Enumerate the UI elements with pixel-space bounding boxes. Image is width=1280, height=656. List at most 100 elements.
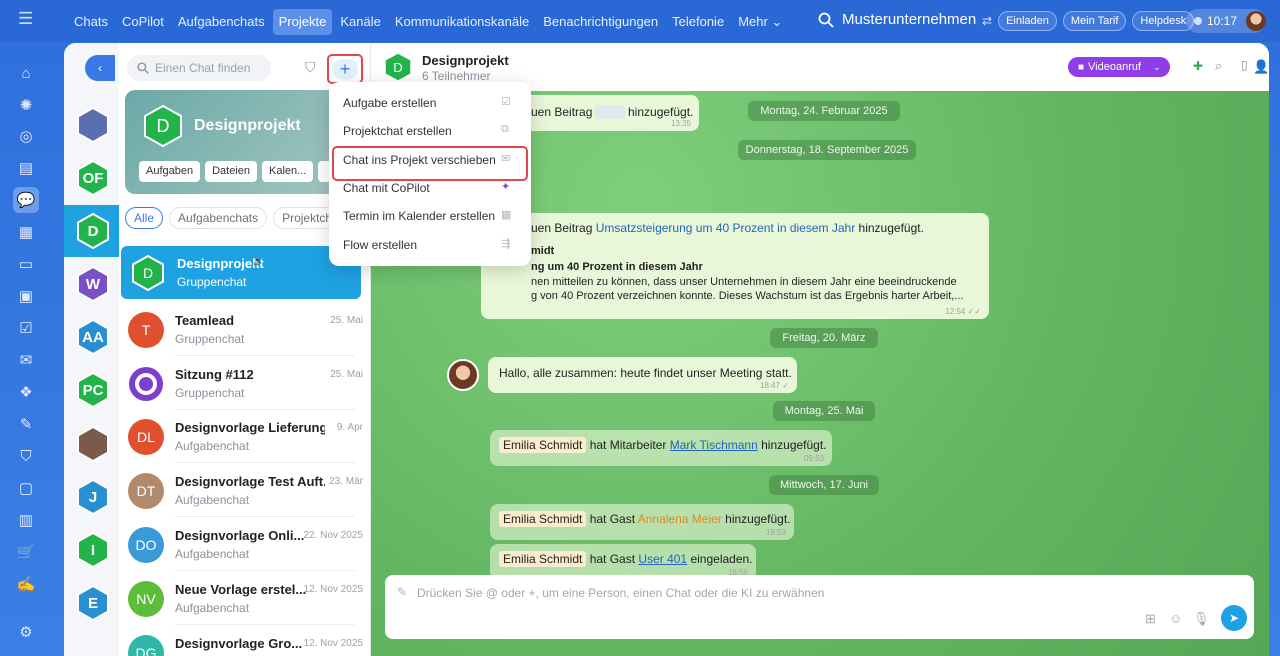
chat-participants[interactable]: 6 Teilnehmer xyxy=(422,69,490,83)
chat-type: Gruppenchat xyxy=(175,332,245,346)
nav-telefonie[interactable]: Telefonie xyxy=(666,9,730,35)
chat-list-item[interactable]: NV Neue Vorlage erstel... Aufgabenchat 12. … xyxy=(119,572,371,625)
recent-chat-avatar[interactable]: OF xyxy=(75,160,111,196)
mail-icon[interactable]: ✉ xyxy=(13,347,39,373)
home-icon[interactable]: ⌂ xyxy=(13,60,39,86)
contact-card-icon[interactable]: ▢ xyxy=(13,475,39,501)
recent-chat-avatar[interactable]: D xyxy=(75,213,111,249)
tab-aufgabenchats[interactable]: Aufgabenchats xyxy=(169,207,268,229)
user-name-chip[interactable]: Emilia Schmidt xyxy=(499,511,587,527)
menu-item-create-project-chat[interactable]: Projektchat erstellen ⧉ xyxy=(329,117,531,145)
chat-search[interactable]: Einen Chat finden xyxy=(127,55,271,81)
recent-chat-avatar[interactable] xyxy=(75,426,111,462)
calendar-button[interactable]: Kalen... xyxy=(262,161,314,182)
nav-chats[interactable]: Chats xyxy=(68,9,114,35)
company-search[interactable]: Musterunternehmen xyxy=(818,11,976,28)
recent-chat-avatar[interactable]: E xyxy=(75,585,111,621)
feed-icon[interactable]: ✺ xyxy=(13,92,39,118)
helpdesk-button[interactable]: Helpdesk xyxy=(1132,11,1195,31)
recent-chat-avatar[interactable]: W xyxy=(75,266,111,302)
left-icon-rail: ⌂ ✺ ◎ ▤ 💬 ▦ ▭ ▣ ☑ ✉ ❖ ✎ ⛉ ▢ ▥ 🛒 ✍ ⚙ xyxy=(0,42,52,656)
send-button[interactable]: ➤ xyxy=(1221,605,1247,631)
chat-list-item[interactable]: DGDesignvorlage Gro...Aufgabenchat12. No… xyxy=(119,626,371,656)
user-name-chip[interactable]: Emilia Schmidt xyxy=(499,437,587,453)
chat-date: 25. Mai xyxy=(330,315,363,326)
hamburger-menu-icon[interactable]: ☰ xyxy=(18,10,34,27)
recent-chat-avatar[interactable]: I xyxy=(75,532,111,568)
back-button[interactable]: ‹ xyxy=(85,55,115,81)
copilot-icon[interactable]: ❖ xyxy=(13,379,39,405)
target-icon[interactable]: ◎ xyxy=(13,123,39,149)
message-composer[interactable]: ✎ Drücken Sie @ oder +, um eine Person, … xyxy=(385,575,1254,639)
chat-type: Aufgabenchat xyxy=(175,493,250,507)
list-divider xyxy=(175,516,355,517)
recent-chat-avatar[interactable]: J xyxy=(75,479,111,515)
tasks-button[interactable]: Aufgaben xyxy=(139,161,201,182)
recent-chat-avatar[interactable]: PC xyxy=(75,372,111,408)
user-avatar[interactable] xyxy=(1246,11,1266,31)
nav-kanaele[interactable]: Kanäle xyxy=(334,9,386,35)
chat-title[interactable]: Designprojekt xyxy=(422,53,509,68)
emoji-icon[interactable]: ☺ xyxy=(1169,611,1182,626)
search-messages-icon[interactable]: ⌕ xyxy=(1215,58,1222,74)
redacted-link[interactable] xyxy=(595,105,625,119)
nav-benachrichtigungen[interactable]: Benachrichtigungen xyxy=(537,9,664,35)
sender-avatar[interactable] xyxy=(447,359,479,391)
chat-avatar: DO xyxy=(128,527,164,563)
sign-icon[interactable]: ✎ xyxy=(13,411,39,437)
menu-item-create-calendar-event[interactable]: Termin im Kalender erstellen ▦ xyxy=(329,202,531,230)
drive-icon[interactable]: ▭ xyxy=(13,251,39,277)
nav-kommunikationskanaele[interactable]: Kommunikationskanäle xyxy=(389,9,535,35)
chat-list-item[interactable]: DDesignprojektGruppenchat1🔈 xyxy=(121,246,361,299)
cart-icon[interactable]: 🛒 xyxy=(13,539,39,565)
guest-link[interactable]: User 401 xyxy=(638,552,687,566)
files-button[interactable]: Dateien xyxy=(205,161,258,182)
chat-list-item[interactable]: DL Designvorlage Lieferung ... Aufgabencha… xyxy=(119,410,371,463)
document-icon[interactable]: ▤ xyxy=(13,155,39,181)
plan-button[interactable]: Mein Tarif xyxy=(1062,11,1127,31)
chat-list-item[interactable]: Sitzung #112 Gruppenchat 25. Mai xyxy=(119,357,371,410)
menu-item-create-task[interactable]: Aufgabe erstellen ☑ xyxy=(329,89,531,117)
user-link[interactable]: Mark Tischmann xyxy=(670,438,758,452)
message-bubble-post: uen Beitrag Umsatzsteigerung um 40 Proze… xyxy=(481,213,989,319)
clock-user-pill[interactable]: 10:17 xyxy=(1186,9,1266,33)
add-participant-icon[interactable]: ✚ xyxy=(1193,59,1203,73)
settings-gear-icon[interactable]: ⚙ xyxy=(13,619,39,645)
store-icon[interactable]: ▥ xyxy=(13,507,39,533)
user-name-chip[interactable]: Emilia Schmidt xyxy=(499,551,587,567)
filter-icon[interactable]: ⛉ xyxy=(305,59,316,76)
calendar-icon[interactable]: ▦ xyxy=(13,219,39,245)
sidebar-toggle-icon[interactable]: ▯ xyxy=(1241,58,1248,72)
search-placeholder: Einen Chat finden xyxy=(155,61,251,75)
chevron-down-icon[interactable]: ⌄ xyxy=(1153,62,1161,73)
invite-button[interactable]: Einladen xyxy=(998,11,1057,31)
board-icon[interactable]: ▣ xyxy=(13,283,39,309)
chat-date: 23. Mär xyxy=(329,476,363,487)
recent-chat-avatar[interactable]: AA xyxy=(75,319,111,355)
nav-aufgabenchats[interactable]: Aufgabenchats xyxy=(172,9,271,35)
nav-projekte[interactable]: Projekte xyxy=(272,9,333,35)
add-member-icon[interactable]: 👤 xyxy=(1253,59,1269,75)
nav-mehr[interactable]: Mehr ⌄ xyxy=(732,9,788,35)
chat-list-item[interactable]: T Teamlead Gruppenchat 25. Mai xyxy=(119,303,371,356)
switch-icon[interactable]: ⇄ xyxy=(982,14,992,28)
apps-grid-icon[interactable]: ⊞ xyxy=(1145,611,1156,627)
nav-copilot[interactable]: CoPilot xyxy=(116,9,170,35)
funnel-icon[interactable]: ⛉ xyxy=(13,443,39,469)
guest-link[interactable]: Annalena Meier xyxy=(638,512,722,526)
chat-icon[interactable]: 💬 xyxy=(13,187,39,213)
new-action-button-highlight[interactable]: + xyxy=(327,54,363,84)
post-link[interactable]: Umsatzsteigerung um 40 Prozent in diesem… xyxy=(596,221,855,235)
plus-icon[interactable]: + xyxy=(332,59,358,79)
tasks-icon[interactable]: ☑ xyxy=(13,315,39,341)
menu-item-create-flow[interactable]: Flow erstellen ⇶ xyxy=(329,231,531,259)
edit-doc-icon[interactable]: ✍ xyxy=(13,571,39,597)
microphone-icon[interactable]: 🎙 xyxy=(1193,611,1210,627)
chat-list-item[interactable]: DT Designvorlage Test Auft... Aufgabenchat… xyxy=(119,464,371,517)
paperclip-icon[interactable]: ✎ xyxy=(397,585,407,599)
video-call-button[interactable]: ■ Videoanruf ⌄ xyxy=(1068,57,1170,77)
chat-header-avatar[interactable]: D xyxy=(383,52,413,82)
chat-list-item[interactable]: DO Designvorlage Onli... Aufgabenchat 22. N… xyxy=(119,518,371,571)
recent-chat-avatar[interactable] xyxy=(75,107,111,143)
tab-alle[interactable]: Alle xyxy=(125,207,164,229)
